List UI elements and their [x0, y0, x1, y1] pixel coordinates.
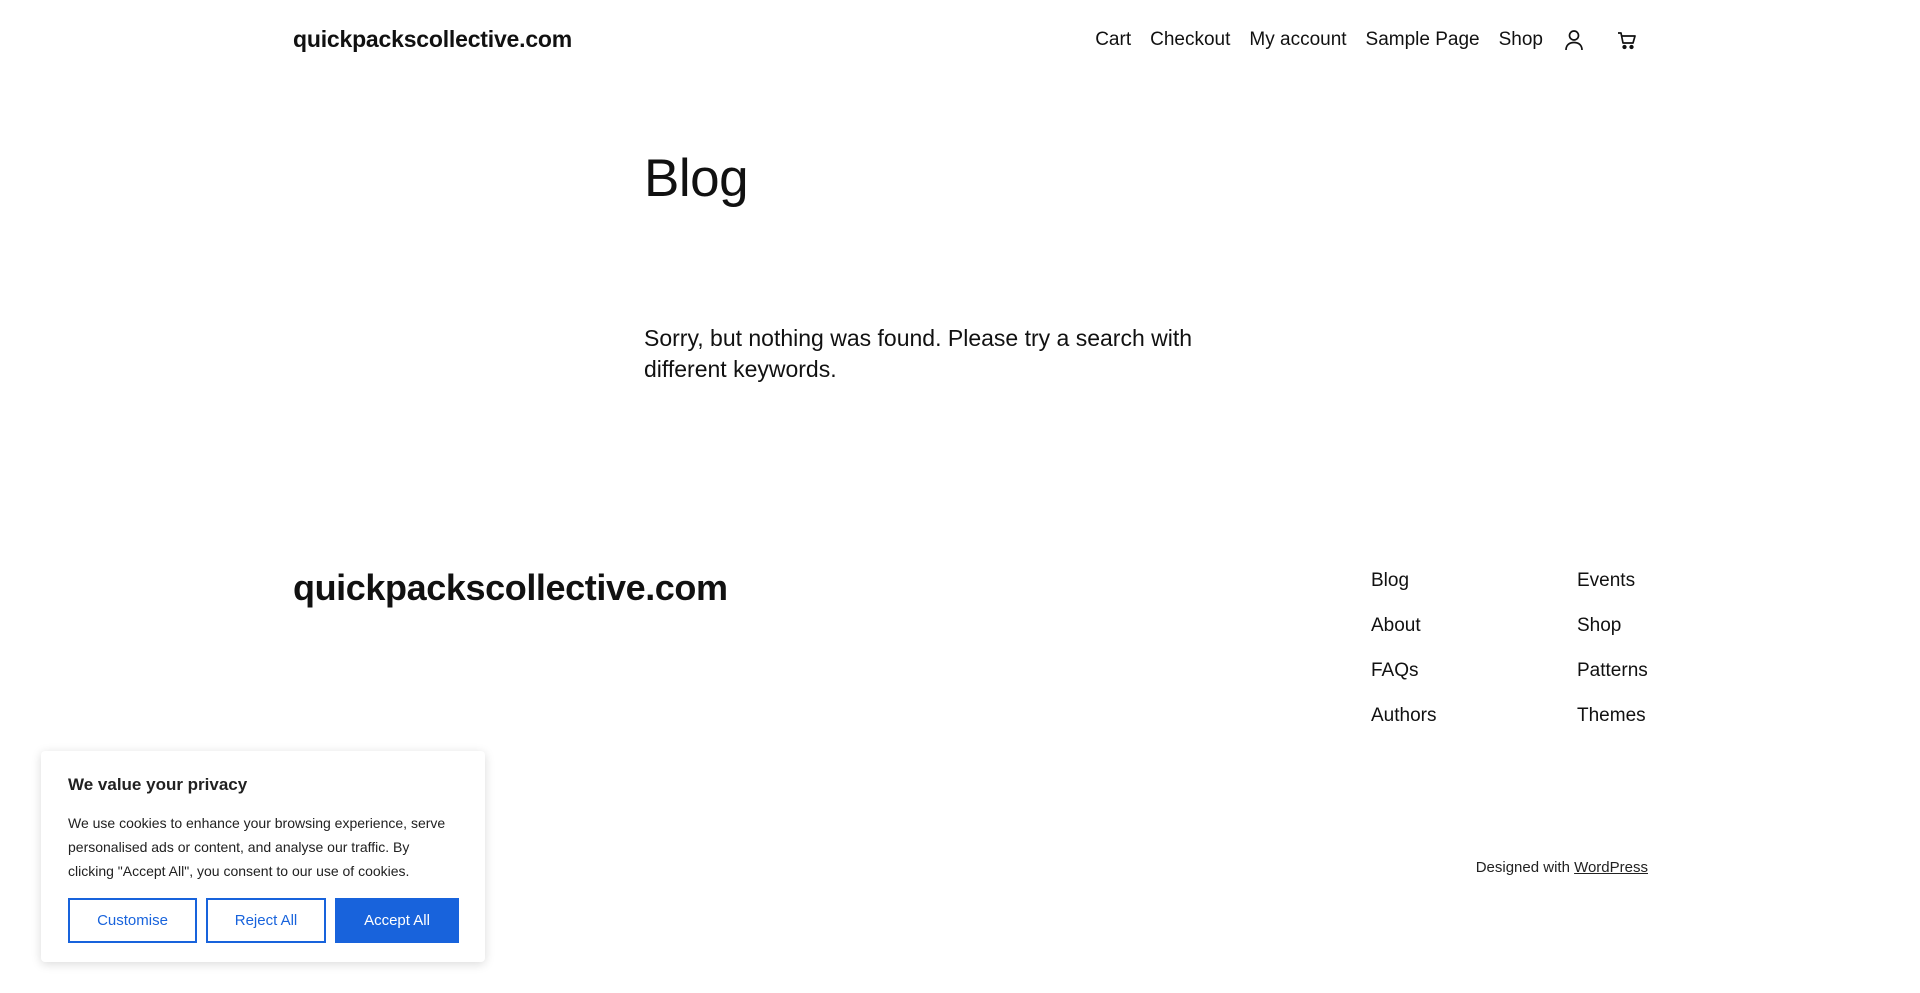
- nav-link-sample-page[interactable]: Sample Page: [1366, 29, 1480, 51]
- cart-icon[interactable]: [1615, 28, 1639, 52]
- no-results-message: Sorry, but nothing was found. Please try…: [644, 325, 1193, 382]
- footer-link-blog[interactable]: Blog: [1371, 568, 1436, 593]
- footer-link-authors[interactable]: Authors: [1371, 703, 1436, 728]
- cookie-banner-actions: Customise Reject All Accept All: [68, 898, 459, 943]
- footer-link-events[interactable]: Events: [1577, 568, 1648, 593]
- footer-link-patterns[interactable]: Patterns: [1577, 658, 1648, 683]
- footer-credit: Designed with WordPress: [1476, 859, 1648, 876]
- footer-link-faqs[interactable]: FAQs: [1371, 658, 1436, 683]
- credit-text: Designed with: [1475, 859, 1575, 876]
- cookie-banner-text: We use cookies to enhance your browsing …: [68, 815, 446, 879]
- cookie-banner-heading: We value your privacy: [68, 775, 248, 794]
- main-navigation: Cart Checkout My account Sample Page Sho…: [1095, 28, 1639, 52]
- nav-link-my-account[interactable]: My account: [1249, 29, 1346, 51]
- nav-link-cart[interactable]: Cart: [1095, 29, 1131, 51]
- site-header: quickpackscollective.com Cart Checkout M…: [0, 0, 1920, 86]
- main-content: Blog Sorry, but nothing was found. Pleas…: [644, 149, 1284, 382]
- accept-all-button[interactable]: Accept All: [335, 898, 459, 943]
- account-icon[interactable]: [1562, 28, 1586, 52]
- reject-all-button[interactable]: Reject All: [206, 898, 326, 943]
- footer-site-title-link[interactable]: quickpackscollective.com: [293, 567, 728, 609]
- wordpress-link[interactable]: WordPress: [1574, 859, 1648, 876]
- page-title: Blog: [644, 149, 749, 208]
- footer-link-about[interactable]: About: [1371, 613, 1436, 638]
- footer-nav-column-1: Blog About FAQs Authors: [1371, 568, 1436, 728]
- customise-button[interactable]: Customise: [68, 898, 197, 943]
- site-title-link[interactable]: quickpackscollective.com: [293, 26, 572, 53]
- nav-link-shop[interactable]: Shop: [1499, 29, 1543, 51]
- footer-nav-column-2: Events Shop Patterns Themes: [1577, 568, 1648, 728]
- nav-link-checkout[interactable]: Checkout: [1150, 29, 1230, 51]
- footer-link-themes[interactable]: Themes: [1577, 703, 1648, 728]
- cookie-consent-banner: We value your privacy We use cookies to …: [41, 751, 485, 962]
- footer-link-shop[interactable]: Shop: [1577, 613, 1648, 638]
